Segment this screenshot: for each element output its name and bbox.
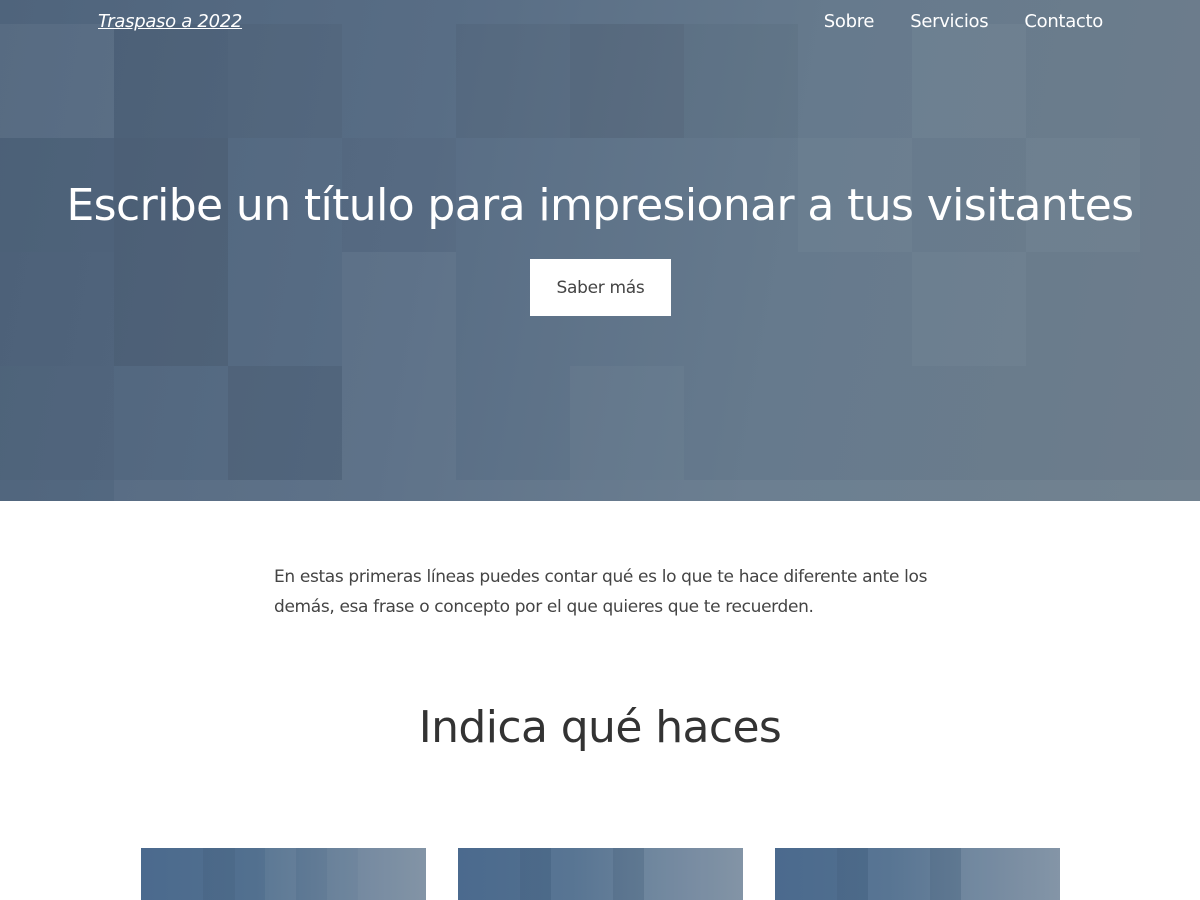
service-card-image-3[interactable] bbox=[775, 848, 1060, 900]
hero-section: Traspaso a 2022 Sobre Servicios Contacto… bbox=[0, 0, 1200, 501]
services-title: Indica qué haces bbox=[418, 702, 782, 753]
hero-title: Escribe un título para impresionar a tus… bbox=[66, 180, 1134, 231]
service-card-image-1[interactable] bbox=[141, 848, 426, 900]
service-card-image-2[interactable] bbox=[458, 848, 743, 900]
hero-background-pattern bbox=[0, 0, 1200, 501]
intro-text: En estas primeras líneas puedes contar q… bbox=[274, 567, 928, 617]
nav-link-contacto[interactable]: Contacto bbox=[1024, 11, 1103, 32]
nav-link-servicios[interactable]: Servicios bbox=[910, 11, 988, 32]
main-nav: Sobre Servicios Contacto bbox=[824, 11, 1104, 32]
nav-link-sobre[interactable]: Sobre bbox=[824, 11, 875, 32]
learn-more-button[interactable]: Saber más bbox=[530, 259, 671, 316]
site-logo-link[interactable]: Traspaso a 2022 bbox=[98, 11, 242, 32]
